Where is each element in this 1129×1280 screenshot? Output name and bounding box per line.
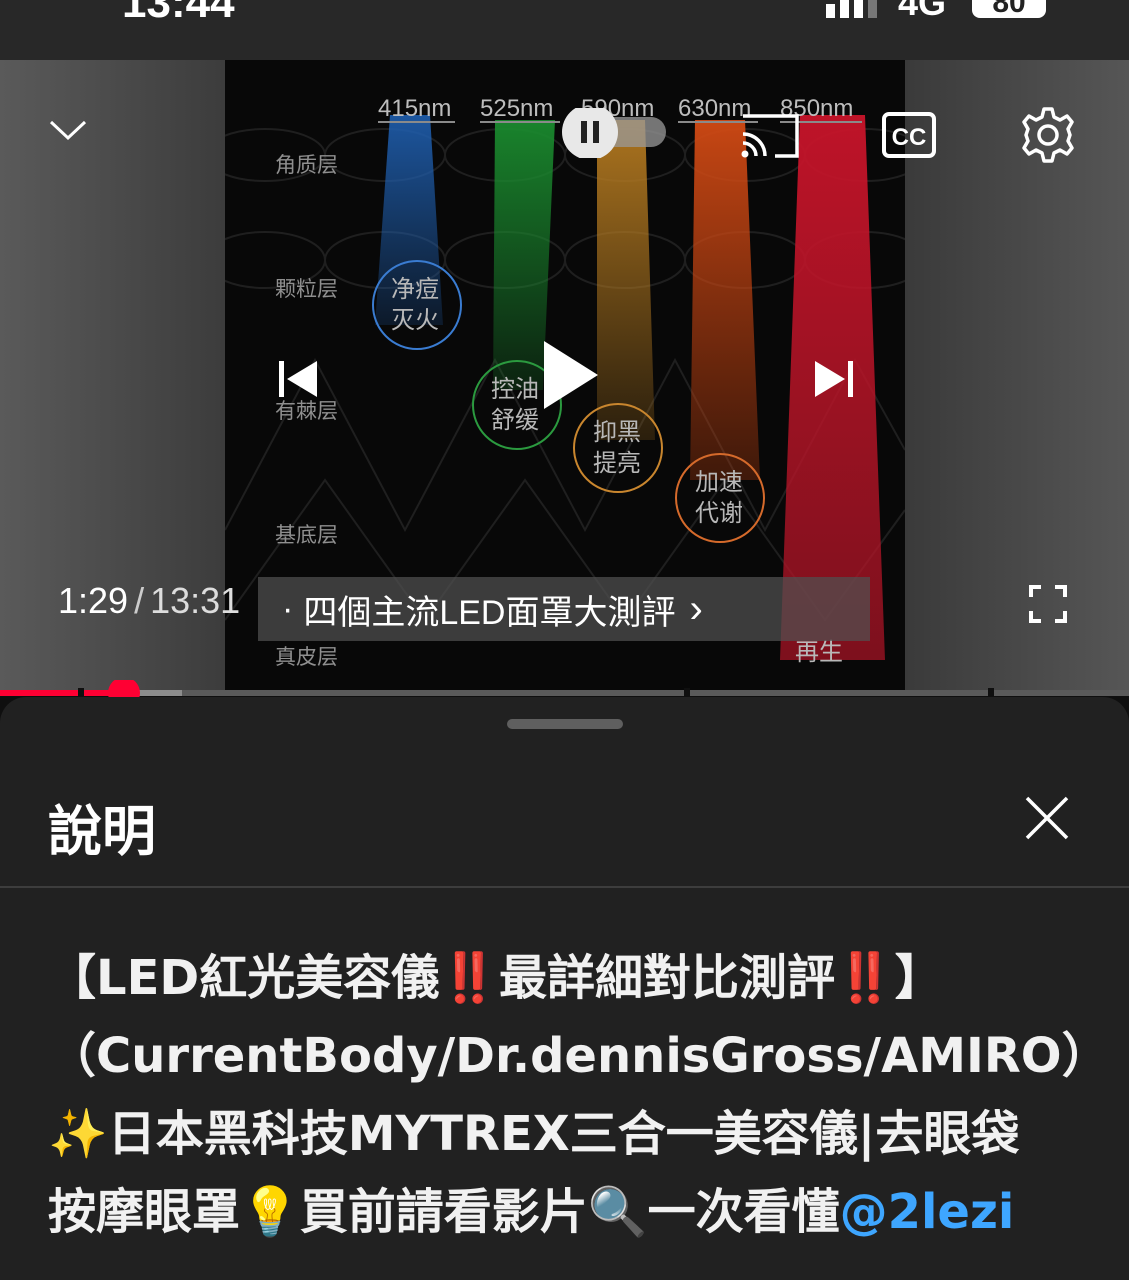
wavelength-label: 415nm — [378, 95, 451, 122]
svg-text:再生: 再生 — [795, 638, 843, 666]
play-button[interactable] — [530, 330, 610, 420]
double-exclamation-icon: ‼️ — [835, 950, 895, 1006]
layer-label: 基底层 — [275, 523, 338, 547]
close-button[interactable] — [1022, 793, 1072, 843]
description-panel: 說明 【LED紅光美容儀‼️最詳細對比測評‼️】（CurrentBody/Dr.… — [0, 697, 1129, 1280]
time-display: 1:29/13:31 — [58, 580, 240, 622]
skip-next-icon — [815, 361, 853, 397]
chevron-right-icon: › — [689, 586, 703, 631]
collapse-player-button[interactable] — [40, 105, 96, 155]
drag-handle[interactable] — [507, 719, 623, 729]
settings-button[interactable] — [1016, 104, 1080, 166]
video-player[interactable]: 415nm 525nm 590nm 630nm 850nm 角质层 颗粒层 有棘… — [0, 60, 1129, 695]
panel-title: 說明 — [48, 800, 156, 863]
gear-icon — [1022, 107, 1074, 163]
svg-text:代谢: 代谢 — [695, 499, 743, 527]
svg-text:CC: CC — [892, 124, 927, 151]
svg-text:提亮: 提亮 — [593, 449, 641, 477]
chapter-dot: · — [282, 589, 294, 628]
play-icon — [544, 341, 598, 409]
network-type: 4G — [898, 0, 947, 23]
fullscreen-button[interactable] — [1024, 580, 1072, 628]
duration: 13:31 — [150, 580, 241, 621]
double-exclamation-icon: ‼️ — [439, 950, 499, 1006]
layer-label: 角质层 — [275, 153, 338, 177]
layer-label: 颗粒层 — [275, 277, 338, 301]
status-time: 13:44 — [122, 0, 235, 27]
magnifier-icon: 🔍 — [587, 1184, 648, 1240]
signal-icon — [826, 0, 877, 18]
skip-previous-icon — [279, 361, 317, 397]
cast-button[interactable] — [738, 108, 802, 162]
next-button[interactable] — [804, 350, 862, 408]
divider — [0, 886, 1129, 888]
wavelength-label: 525nm — [480, 95, 553, 122]
chapter-button[interactable]: · 四個主流LED面罩大測評 › — [258, 577, 870, 641]
video-description: 【LED紅光美容儀‼️最詳細對比測評‼️】（CurrentBody/Dr.den… — [48, 950, 1110, 1240]
close-icon — [1025, 796, 1069, 840]
fullscreen-icon — [1029, 585, 1067, 623]
previous-button[interactable] — [270, 350, 328, 408]
status-bar: 13:44 4G 80 — [0, 0, 1129, 60]
battery-indicator: 80 — [972, 0, 1046, 19]
chevron-down-icon — [49, 120, 87, 141]
svg-text:净痘: 净痘 — [391, 275, 439, 303]
svg-text:加速: 加速 — [695, 468, 743, 496]
channel-mention-link[interactable]: @2lezi — [840, 1184, 1015, 1240]
svg-text:灭火: 灭火 — [391, 306, 439, 334]
current-time: 1:29 — [58, 580, 129, 621]
captions-button[interactable]: CC — [880, 110, 938, 160]
autoplay-toggle[interactable] — [560, 108, 668, 158]
sparkles-icon: ✨ — [48, 1106, 108, 1162]
time-separator: / — [134, 580, 145, 621]
autoplay-pause-icon — [562, 108, 666, 158]
lightbulb-icon: 💡 — [240, 1184, 300, 1240]
orange-light-beam — [690, 120, 760, 480]
cast-icon — [741, 114, 799, 158]
chapter-title: 四個主流LED面罩大測評 — [303, 593, 676, 632]
svg-text:抑黑: 抑黑 — [593, 418, 641, 446]
closed-captions-icon: CC — [882, 112, 936, 158]
layer-label: 真皮层 — [275, 645, 338, 669]
